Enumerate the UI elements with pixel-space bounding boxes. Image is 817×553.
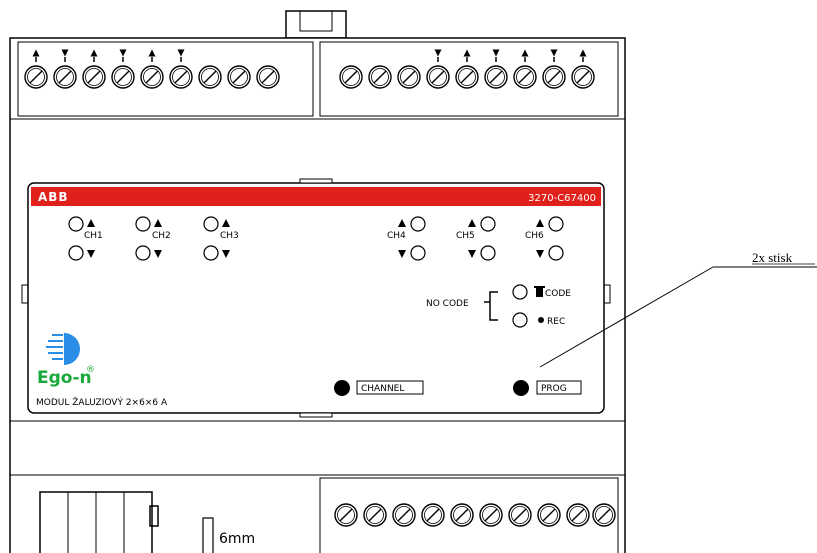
terminal-screw xyxy=(82,65,106,89)
registered-mark: ® xyxy=(86,365,95,375)
channel-label-ch3: CH3 xyxy=(220,231,239,241)
brand-band xyxy=(31,187,601,206)
terminal-screw xyxy=(479,503,503,527)
terminal-screw xyxy=(571,65,595,89)
terminal-screw xyxy=(426,65,450,89)
terminal-screw xyxy=(227,65,251,89)
terminal-screw xyxy=(542,65,566,89)
channel-label-ch5: CH5 xyxy=(456,231,475,241)
channel-label-ch4: CH4 xyxy=(387,231,406,241)
terminal-screw xyxy=(513,65,537,89)
led-ch1-down xyxy=(68,245,84,261)
led-ch6-up xyxy=(548,216,564,232)
led-ch1-up xyxy=(68,216,84,232)
led-ch3-down xyxy=(203,245,219,261)
terminal-screw xyxy=(455,65,479,89)
channel-button-label: CHANNEL xyxy=(361,384,404,394)
led-ch5-up xyxy=(480,216,496,232)
terminal-screw xyxy=(256,65,280,89)
terminal-screw xyxy=(140,65,164,89)
module-name: MODUL ŽALUZIOVÝ 2×6×6 A xyxy=(36,396,168,408)
rec-led xyxy=(512,312,528,328)
terminal-screw xyxy=(169,65,193,89)
terminal-screw xyxy=(566,503,590,527)
terminal-screw xyxy=(397,65,421,89)
terminal-screw xyxy=(339,65,363,89)
module-diagram: ABB 3270-C67400 CH1 CH2 CH3 CH4 CH5 CH6 … xyxy=(9,10,817,553)
led-ch4-down xyxy=(410,245,426,261)
terminal-screw xyxy=(508,503,532,527)
record-dot-icon xyxy=(538,317,544,323)
channel-label-ch2: CH2 xyxy=(152,231,171,241)
terminal-screw xyxy=(198,65,222,89)
terminal-screw xyxy=(537,503,561,527)
led-ch2-up xyxy=(135,216,151,232)
terminal-screw xyxy=(484,65,508,89)
terminal-screw xyxy=(334,503,358,527)
led-ch6-down xyxy=(548,245,564,261)
rec-label: REC xyxy=(547,317,565,327)
terminal-screw xyxy=(363,503,387,527)
strip-length-label: 6mm xyxy=(219,531,255,547)
led-ch5-down xyxy=(480,245,496,261)
led-ch2-down xyxy=(135,245,151,261)
channel-button[interactable] xyxy=(334,380,350,396)
terminal-screw xyxy=(421,503,445,527)
annotation-text: 2x stisk xyxy=(752,250,793,265)
terminal-screw xyxy=(392,503,416,527)
no-code-label: NO CODE xyxy=(426,299,469,309)
terminal-screw xyxy=(592,503,616,527)
terminal-screw xyxy=(24,65,48,89)
code-led xyxy=(512,284,528,300)
terminal-screw xyxy=(368,65,392,89)
terminal-screw xyxy=(111,65,135,89)
abb-logo: ABB xyxy=(38,190,69,204)
channel-label-ch1: CH1 xyxy=(84,231,103,241)
terminal-screw xyxy=(53,65,77,89)
led-ch4-up xyxy=(410,216,426,232)
code-label: CODE xyxy=(545,289,571,299)
channel-label-ch6: CH6 xyxy=(525,231,544,241)
led-ch3-up xyxy=(203,216,219,232)
prog-button-label: PROG xyxy=(541,384,567,394)
top-clip xyxy=(285,10,347,39)
prog-button[interactable] xyxy=(513,380,529,396)
ego-n-wordmark: Ego-n xyxy=(37,368,92,388)
order-code: 3270-C67400 xyxy=(528,193,596,204)
terminal-screw xyxy=(450,503,474,527)
